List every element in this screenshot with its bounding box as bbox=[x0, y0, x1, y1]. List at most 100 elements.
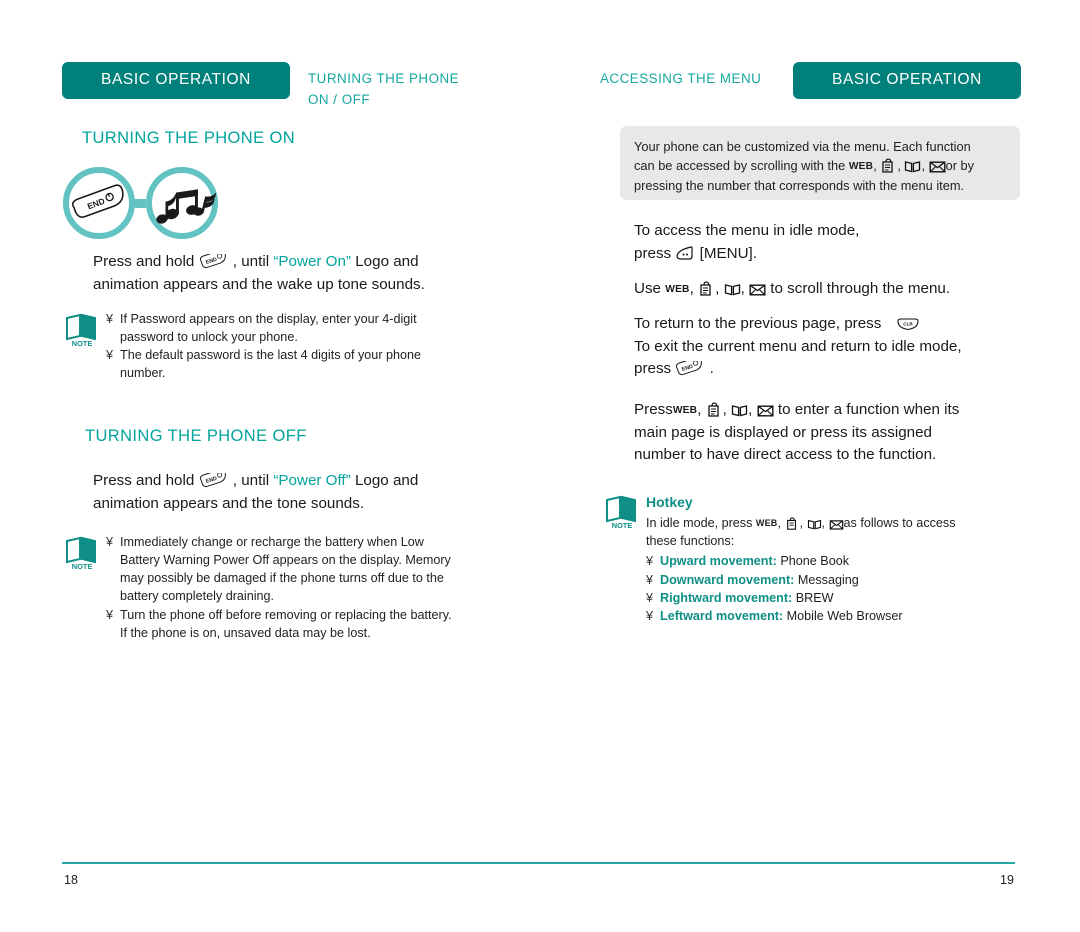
para-exit-press: press bbox=[634, 360, 672, 377]
note-bullet: ¥ The default password is the last 4 dig… bbox=[106, 346, 462, 382]
web-icon: WEB bbox=[848, 161, 874, 173]
svg-text:NOTE: NOTE bbox=[612, 521, 633, 530]
yen-bullet-icon: ¥ bbox=[646, 572, 654, 587]
para-enter-rest: to enter a function when its bbox=[777, 401, 960, 418]
left-page-header: BASIC OPERATION TURNING THE PHONE ON / O… bbox=[62, 62, 468, 111]
power-on-instruction-post: Logo and bbox=[355, 253, 419, 270]
left-running-head-line2: ON / OFF bbox=[308, 91, 371, 107]
para-scroll-menu: Use WEB, , , to scroll through the menu. bbox=[634, 280, 951, 297]
right-running-head: ACCESSING THE MENU bbox=[600, 71, 762, 86]
power-on-diagram: END bbox=[62, 166, 242, 244]
web-icon: WEB bbox=[665, 284, 690, 295]
manual-page-spread: BASIC OPERATION TURNING THE PHONE ON / O… bbox=[0, 0, 1080, 932]
note-password: NOTE ¥ If Password appears on the displa… bbox=[62, 310, 462, 383]
para-access-menu-line1: To access the menu in idle mode, bbox=[634, 222, 860, 239]
power-off-quote: “Power Off” bbox=[273, 472, 351, 489]
right-folio: 19 bbox=[1000, 873, 1014, 887]
svg-text:CLR: CLR bbox=[903, 322, 913, 327]
note-battery-body: ¥ Immediately change or recharge the bat… bbox=[106, 533, 462, 642]
hotkey-item-label: Leftward movement: bbox=[660, 608, 784, 623]
para-enter-press: Press bbox=[634, 401, 673, 418]
note-battery: NOTE ¥ Immediately change or recharge th… bbox=[62, 533, 462, 642]
svg-text:NOTE: NOTE bbox=[72, 562, 93, 571]
menu-intro-callout: Your phone can be customized via the men… bbox=[620, 126, 1020, 200]
hotkey-intro-a: In idle mode, press bbox=[646, 516, 753, 531]
yen-bullet-icon: ¥ bbox=[106, 607, 114, 622]
yen-bullet-icon: ¥ bbox=[106, 535, 114, 549]
power-off-instruction-post: Logo and bbox=[354, 472, 419, 489]
callout-line2: can be accessed by scrolling with the WE… bbox=[634, 158, 975, 174]
right-banner: BASIC OPERATION bbox=[793, 62, 1021, 99]
power-on-instruction-pre: Press and hold bbox=[93, 253, 195, 270]
note-icon-3: NOTE bbox=[602, 492, 646, 535]
power-off-instruction-line2: animation appears and the tone sounds. bbox=[93, 494, 365, 512]
book-icon bbox=[724, 281, 741, 296]
hotkey-title: Hotkey bbox=[646, 494, 693, 510]
note-password-body: ¥ If Password appears on the display, en… bbox=[106, 310, 462, 383]
note-bullet: ¥ Turn the phone off before removing or … bbox=[106, 606, 462, 642]
hotkey-item-value: BREW bbox=[795, 590, 834, 605]
hotkey-intro: In idle mode, press WEB, , , as follows … bbox=[646, 516, 956, 531]
note-hotkey-body: Hotkey In idle mode, press WEB, , , as f… bbox=[646, 492, 1032, 625]
para-exit-line2: press END . bbox=[634, 356, 1034, 381]
hotkey-item: ¥ Downward movement: Messaging bbox=[646, 571, 1032, 589]
book-note-icon: NOTE bbox=[66, 536, 96, 571]
hotkey-intro-b: as follows to access bbox=[843, 516, 956, 531]
power-on-instruction-line2: animation appears and the wake up tone s… bbox=[93, 275, 425, 293]
envelope-icon bbox=[749, 281, 766, 296]
note-bullet: ¥ Immediately change or recharge the bat… bbox=[106, 533, 462, 606]
book-note-icon: NOTE bbox=[66, 313, 96, 348]
yen-bullet-icon: ¥ bbox=[646, 590, 654, 605]
left-folio: 18 bbox=[64, 873, 78, 887]
memo-icon bbox=[698, 281, 715, 296]
note-bullet-text: If Password appears on the display, ente… bbox=[120, 312, 417, 345]
yen-bullet-icon: ¥ bbox=[646, 554, 654, 569]
clr-key-icon: CLR bbox=[896, 316, 920, 331]
yen-bullet-icon: ¥ bbox=[106, 312, 114, 326]
callout-line2-b: or by bbox=[945, 158, 975, 174]
hotkey-item-value: Messaging bbox=[797, 572, 859, 587]
hotkey-intro-line2: these functions: bbox=[646, 534, 735, 549]
callout-line1: Your phone can be customized via the men… bbox=[634, 139, 971, 154]
hotkey-item-label: Rightward movement: bbox=[660, 590, 793, 605]
heading-turning-phone-on: TURNING THE PHONE ON bbox=[82, 129, 296, 147]
power-off-instruction-mid: , until bbox=[232, 472, 270, 489]
envelope-icon bbox=[829, 517, 844, 530]
para-access-menu-press: press bbox=[634, 244, 672, 262]
para-access-menu-label: [MENU]. bbox=[699, 244, 757, 262]
book-note-icon: NOTE bbox=[606, 495, 636, 530]
callout-line2-a: can be accessed by scrolling with the bbox=[634, 158, 846, 174]
envelope-icon bbox=[757, 402, 774, 417]
power-on-diagram-svg: END bbox=[63, 167, 218, 239]
note-bullet-text: Immediately change or recharge the batte… bbox=[120, 535, 451, 604]
hotkey-item: ¥ Upward movement: Phone Book bbox=[646, 552, 1032, 570]
left-running-head-line1: TURNING THE PHONE bbox=[308, 71, 460, 86]
left-running-head: TURNING THE PHONE ON / OFF bbox=[308, 62, 468, 111]
note-bullet-text: Turn the phone off before removing or re… bbox=[120, 607, 452, 640]
hotkey-item-value: Mobile Web Browser bbox=[786, 608, 903, 623]
memo-icon bbox=[880, 158, 897, 174]
hotkey-item-label: Downward movement: bbox=[660, 572, 795, 587]
para-return-line1: To return to the previous page, press CL… bbox=[634, 313, 1034, 336]
footer-rule bbox=[62, 862, 1015, 864]
power-on-instruction-mid: , until bbox=[232, 253, 270, 270]
para-access-menu-line2: press [MENU]. bbox=[634, 243, 1034, 266]
note-bullet: ¥ If Password appears on the display, en… bbox=[106, 310, 462, 346]
end-key-icon: END bbox=[675, 356, 705, 376]
yen-bullet-icon: ¥ bbox=[106, 348, 114, 363]
book-icon bbox=[807, 517, 822, 530]
book-icon bbox=[731, 402, 748, 417]
note-hotkey: NOTE Hotkey In idle mode, press WEB, , ,… bbox=[602, 492, 1032, 625]
para-enter-line3: number to have direct access to the func… bbox=[634, 446, 937, 463]
left-banner: BASIC OPERATION bbox=[62, 62, 290, 99]
callout-line3: pressing the number that corresponds wit… bbox=[634, 177, 965, 193]
para-return-text: To return to the previous page, press bbox=[634, 315, 882, 332]
power-on-quote: “Power On” bbox=[273, 253, 351, 270]
hotkey-item: ¥ Rightward movement: BREW bbox=[646, 589, 1032, 607]
power-off-instruction: Press and hold END , until “Power Off” L… bbox=[93, 468, 513, 515]
para-scroll-rest: to scroll through the menu. bbox=[770, 280, 951, 297]
para-exit-period: . bbox=[709, 360, 714, 377]
memo-icon bbox=[706, 402, 723, 417]
para-scroll-use: Use bbox=[634, 280, 662, 297]
para-access-menu: To access the menu in idle mode, press [… bbox=[634, 220, 1034, 265]
